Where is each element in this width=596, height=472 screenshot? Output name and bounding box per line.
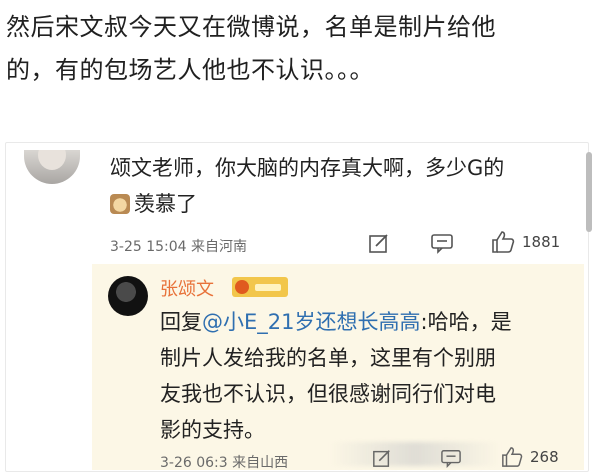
reply-source: 来自山西 [232, 455, 289, 471]
comment-timestamp: 3-25 15:04 [110, 239, 187, 255]
reply-line-2: 制片人发给我的名单，这里有个别朋 [160, 346, 496, 370]
edit-share-icon [369, 234, 388, 253]
comment-like-button[interactable]: 1881 [490, 230, 560, 254]
comment-bubble-icon [441, 450, 461, 468]
comment-text-line-2: 羡慕了 [134, 192, 197, 216]
reply-timestamp: 3-26 06:3 [160, 455, 228, 471]
reply-body: 回复@小E_21岁还想长高高:哈哈，是 制片人发给我的名单，这里有个别朋 友我也… [160, 304, 570, 448]
edit-share-icon [373, 450, 390, 467]
watermark-blur [330, 442, 500, 466]
reply-line-1: 回复@小E_21岁还想长高高:哈哈，是 [160, 304, 570, 340]
envy-emoji-icon [110, 194, 130, 214]
comment-meta: 3-25 15:04 来自河南 [110, 236, 247, 256]
comment-body: 颂文老师，你大脑的内存真大啊，多少G的 羡慕了 [110, 150, 570, 222]
reply-line-1-rest: :哈哈，是 [420, 310, 512, 334]
reply-reply-button[interactable] [440, 448, 462, 468]
reply-like-count: 268 [530, 448, 559, 466]
comment-like-count: 1881 [522, 233, 561, 251]
reply-share-button[interactable] [372, 448, 392, 468]
reply-mention-link[interactable]: @小E_21岁还想长高高 [202, 310, 421, 334]
comment-reply-button[interactable] [430, 232, 454, 254]
post-text-line-2: 的，有的包场艺人他也不认识。。。 [6, 56, 374, 84]
verified-badge-icon [232, 277, 288, 297]
reply-like-button[interactable]: 268 [500, 446, 559, 468]
comment-text-line-2-wrap: 羡慕了 [110, 186, 570, 222]
comment-bubble-icon [431, 234, 453, 254]
post-text-line-1: 然后宋文叔今天又在微博说，名单是制片给他 [6, 13, 496, 41]
reply-prefix: 回复 [160, 310, 202, 334]
comment-share-button[interactable] [368, 232, 390, 254]
thumbs-up-icon [492, 231, 515, 253]
post-text: 然后宋文叔今天又在微博说，名单是制片给他 的，有的包场艺人他也不认识。。。 [6, 6, 590, 92]
comment-text-line-1: 颂文老师，你大脑的内存真大啊，多少G的 [110, 156, 505, 180]
thumbs-up-icon [502, 447, 523, 467]
scrollbar[interactable] [586, 152, 592, 232]
reply-author-avatar[interactable] [108, 276, 148, 316]
reply-meta: 3-26 06:3 来自山西 [160, 452, 288, 472]
comment-source: 来自河南 [191, 239, 248, 255]
reply-author-name[interactable]: 张颂文 [160, 275, 214, 301]
reply-line-3: 友我也不认识，但很感谢同行们对电 [160, 382, 496, 406]
